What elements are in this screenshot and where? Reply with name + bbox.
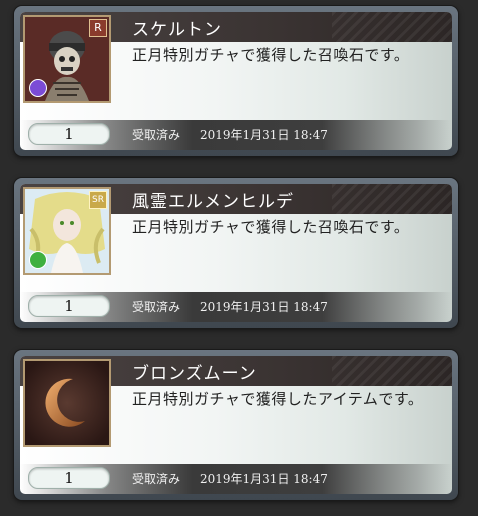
item-quantity: 1 [28,123,110,145]
item-card-body: ブロンズムーン 正月特別ガチャで獲得したアイテムです。 1 受取済み 2019年… [20,356,452,494]
item-card-body: スケルトン R 正月特別ガチャで獲得した召喚石です。 1 受取済み 2019年1… [20,12,452,150]
item-card[interactable]: ブロンズムーン 正月特別ガチャで獲得したアイテムです。 1 受取済み 2019年… [14,350,458,500]
received-status: 受取済み [132,128,181,142]
wind-spirit-summon-icon[interactable]: SR [23,187,111,275]
item-description: 正月特別ガチャで獲得した召喚石です。 [132,46,410,64]
received-date: 2019年1月31日 18:47 [200,300,328,314]
item-card-body: 風霊エルメンヒルデ SR 正月特別ガチャで獲得した召喚石です。 1 受取済み 2… [20,184,452,322]
bronze-moon-item-icon[interactable] [23,359,111,447]
item-name: スケルトン [132,20,222,40]
item-card[interactable]: スケルトン R 正月特別ガチャで獲得した召喚石です。 1 受取済み 2019年1… [14,6,458,156]
received-status: 受取済み [132,300,181,314]
received-date: 2019年1月31日 18:47 [200,472,328,486]
item-card[interactable]: 風霊エルメンヒルデ SR 正月特別ガチャで獲得した召喚石です。 1 受取済み 2… [14,178,458,328]
skeleton-summon-icon[interactable]: R [23,15,111,103]
item-description: 正月特別ガチャで獲得した召喚石です。 [132,218,410,236]
wind-element-icon [29,251,47,269]
item-name: ブロンズムーン [132,364,257,384]
rarity-badge: SR [89,191,107,209]
item-quantity: 1 [28,295,110,317]
item-quantity: 1 [28,467,110,489]
received-date: 2019年1月31日 18:47 [200,128,328,142]
rarity-badge: R [89,19,107,37]
received-status: 受取済み [132,472,181,486]
item-description: 正月特別ガチャで獲得したアイテムです。 [132,390,424,408]
dark-element-icon [29,79,47,97]
item-name: 風霊エルメンヒルデ [132,192,294,212]
